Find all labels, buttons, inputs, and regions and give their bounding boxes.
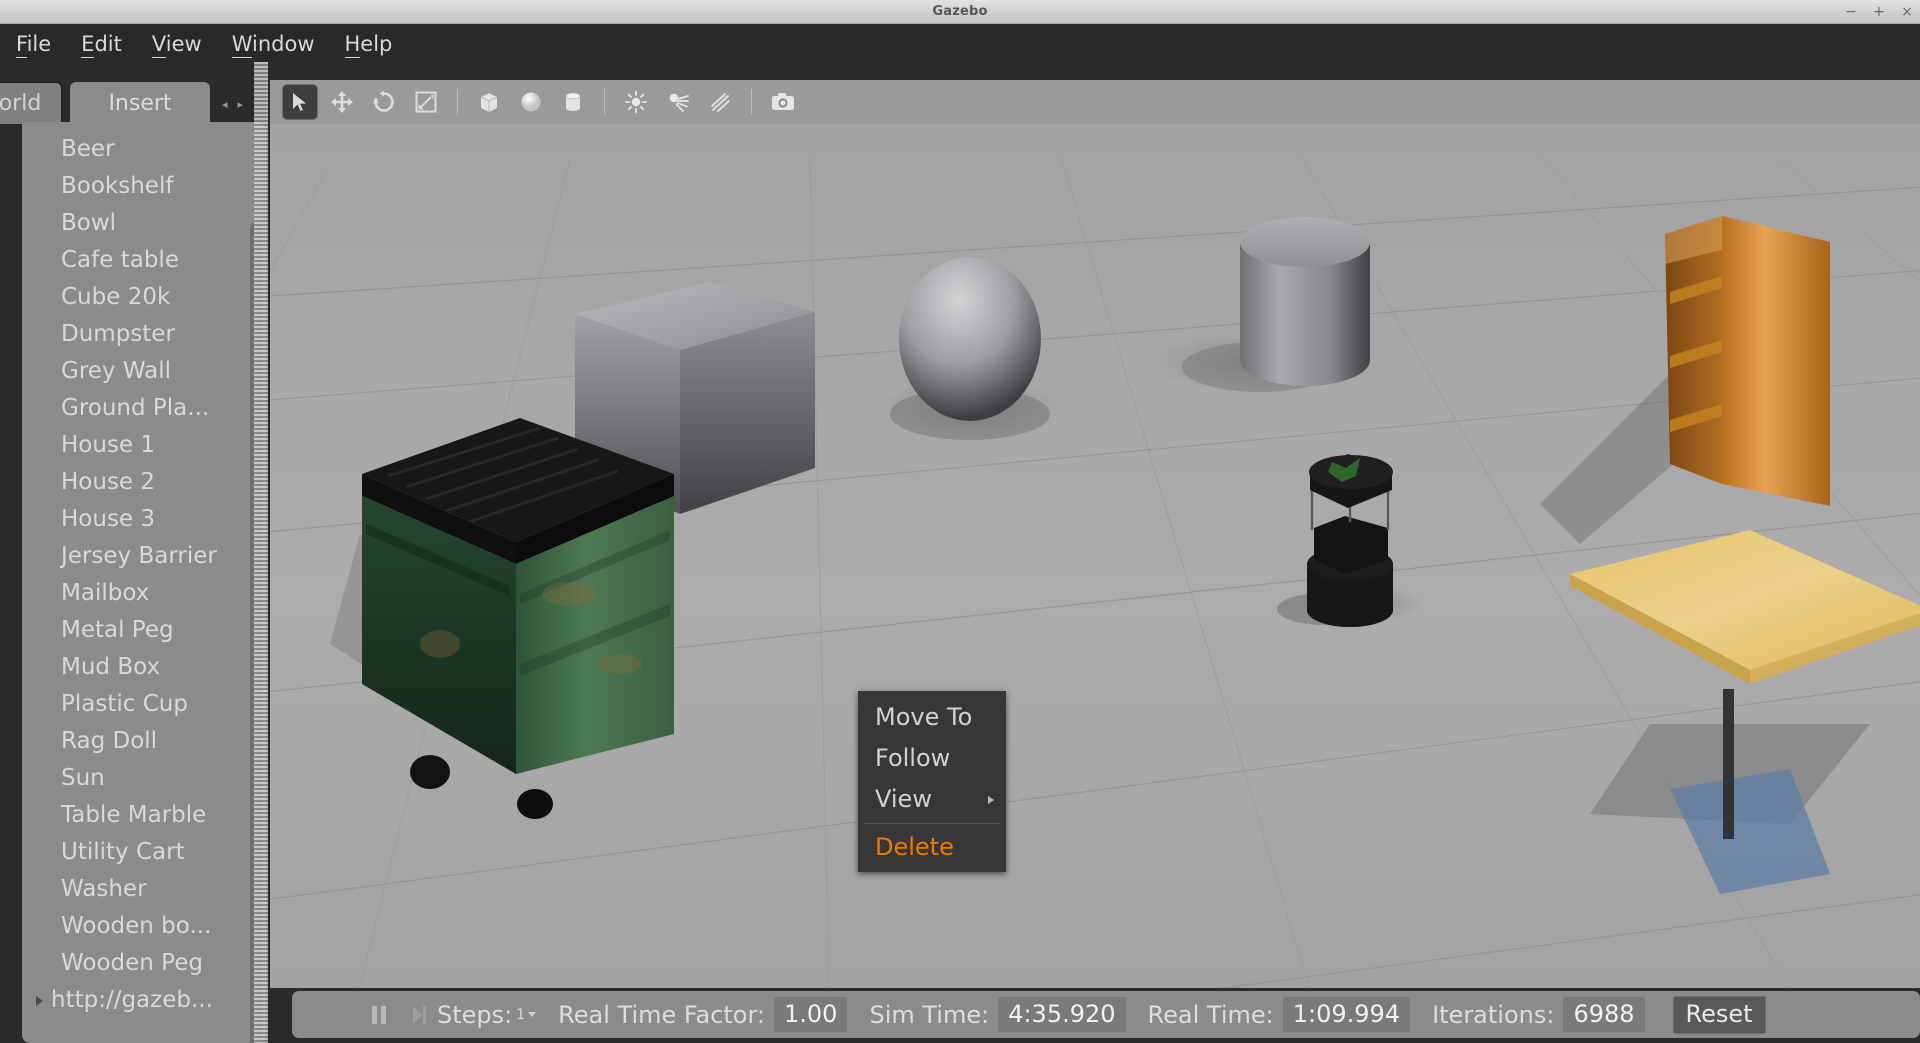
directional-light-icon[interactable] xyxy=(702,84,738,120)
steps-label: Steps: xyxy=(437,1001,512,1029)
menu-file-accel: F xyxy=(16,32,27,58)
list-item[interactable]: Wooden Peg xyxy=(22,945,266,982)
sim-time-value: 4:35.920 xyxy=(998,997,1125,1032)
toolbar-separator-1 xyxy=(457,89,458,115)
tab-insert[interactable]: Insert xyxy=(70,82,210,124)
menu-window[interactable]: Window xyxy=(230,30,317,56)
maximize-button[interactable]: + xyxy=(1872,0,1886,24)
list-item[interactable]: Ground Pla... xyxy=(22,390,266,427)
list-item[interactable]: Dumpster xyxy=(22,316,266,353)
tab-next-arrow[interactable]: ▸ xyxy=(238,98,244,111)
context-menu-item-view-label: View xyxy=(875,785,932,813)
list-item[interactable]: Rag Doll xyxy=(22,723,266,760)
status-bar: Steps: 1 Real Time Factor: 1.00 Sim Time… xyxy=(270,988,1920,1043)
iterations-value: 6988 xyxy=(1563,997,1644,1032)
screenshot-icon[interactable] xyxy=(765,84,801,120)
real-time-factor-value: 1.00 xyxy=(774,997,847,1032)
window-controls: − + × xyxy=(1844,0,1914,24)
list-item[interactable]: House 2 xyxy=(22,464,266,501)
context-menu-separator xyxy=(864,823,1000,824)
real-time-label: Real Time: xyxy=(1148,1001,1274,1029)
sphere-icon[interactable] xyxy=(513,84,549,120)
list-item[interactable]: Beer xyxy=(22,131,266,168)
scale-mode-icon[interactable] xyxy=(408,84,444,120)
context-menu-item-delete[interactable]: Delete xyxy=(858,827,1006,868)
render-viewport[interactable]: Move To Follow View Delete xyxy=(270,124,1920,988)
rotate-mode-icon[interactable] xyxy=(366,84,402,120)
list-item[interactable]: House 3 xyxy=(22,501,266,538)
list-item[interactable]: Sun xyxy=(22,760,266,797)
point-light-icon[interactable] xyxy=(618,84,654,120)
list-item[interactable]: Grey Wall xyxy=(22,353,266,390)
panel-splitter-handle[interactable] xyxy=(254,62,268,1043)
spot-light-icon[interactable] xyxy=(660,84,696,120)
toolbar-separator-2 xyxy=(604,89,605,115)
steps-value[interactable]: 1 xyxy=(516,1007,525,1023)
list-item[interactable]: House 1 xyxy=(22,427,266,464)
menu-bar: File Edit View Window Help xyxy=(0,24,1920,62)
panel-tab-bar: orld Insert ◂ ▸ xyxy=(0,82,268,124)
menu-edit[interactable]: Edit xyxy=(79,30,124,56)
tab-world[interactable]: orld xyxy=(0,82,62,124)
list-item[interactable]: Bowl xyxy=(22,205,266,242)
close-button[interactable]: × xyxy=(1900,0,1914,24)
render-toolbar xyxy=(270,80,1920,124)
object-context-menu[interactable]: Move To Follow View Delete xyxy=(858,691,1006,872)
box-icon[interactable] xyxy=(471,84,507,120)
list-item-model-database-url[interactable]: http://gazeb... xyxy=(22,982,266,1019)
insert-model-list[interactable]: BeerBookshelfBowlCafe tableCube 20kDumps… xyxy=(22,131,266,1036)
context-menu-item-view[interactable]: View xyxy=(858,779,1006,820)
menu-help-accel: H xyxy=(345,32,361,58)
sim-time-label: Sim Time: xyxy=(869,1001,989,1029)
pause-icon[interactable] xyxy=(370,1003,388,1027)
list-item[interactable]: Metal Peg xyxy=(22,612,266,649)
menu-edit-rest: dit xyxy=(94,32,121,56)
real-time-factor-label: Real Time Factor: xyxy=(558,1001,765,1029)
select-mode-icon[interactable] xyxy=(282,84,318,120)
expand-triangle-icon[interactable] xyxy=(36,996,43,1006)
list-item[interactable]: Jersey Barrier xyxy=(22,538,266,575)
list-item[interactable]: Mailbox xyxy=(22,575,266,612)
list-item[interactable]: Bookshelf xyxy=(22,168,266,205)
real-time-value: 1:09.994 xyxy=(1283,997,1410,1032)
menu-window-accel: W xyxy=(232,32,252,58)
context-menu-item-move-to[interactable]: Move To xyxy=(858,697,1006,738)
scene-render xyxy=(270,124,1920,988)
minimize-button[interactable]: − xyxy=(1844,0,1858,24)
menu-edit-accel: E xyxy=(81,32,94,58)
menu-view[interactable]: View xyxy=(150,30,204,56)
translate-mode-icon[interactable] xyxy=(324,84,360,120)
window-title: Gazebo xyxy=(0,0,1920,24)
cylinder-icon[interactable] xyxy=(555,84,591,120)
model-database-url-label: http://gazeb... xyxy=(51,982,213,1019)
menu-view-rest: iew xyxy=(166,32,202,56)
menu-view-accel: V xyxy=(152,32,166,58)
iterations-label: Iterations: xyxy=(1432,1001,1554,1029)
list-item[interactable]: Utility Cart xyxy=(22,834,266,871)
menu-help-rest: elp xyxy=(360,32,392,56)
list-item[interactable]: Cube 20k xyxy=(22,279,266,316)
reset-button[interactable]: Reset xyxy=(1673,996,1766,1034)
menu-help[interactable]: Help xyxy=(343,30,395,56)
step-forward-icon[interactable] xyxy=(410,1004,428,1026)
list-item[interactable]: Mud Box xyxy=(22,649,266,686)
list-item[interactable]: Cafe table xyxy=(22,242,266,279)
chevron-down-icon[interactable] xyxy=(528,1012,536,1017)
insert-panel-body: BeerBookshelfBowlCafe tableCube 20kDumps… xyxy=(22,122,266,1043)
list-item[interactable]: Washer xyxy=(22,871,266,908)
list-item[interactable]: Table Marble xyxy=(22,797,266,834)
menu-file-rest: ile xyxy=(27,32,52,56)
tab-prev-arrow[interactable]: ◂ xyxy=(222,98,228,111)
window-title-bar: Gazebo − + × xyxy=(0,0,1920,24)
list-item[interactable]: Plastic Cup xyxy=(22,686,266,723)
toolbar-separator-3 xyxy=(751,89,752,115)
context-menu-item-follow[interactable]: Follow xyxy=(858,738,1006,779)
left-panel: orld Insert ◂ ▸ BeerBookshelfBowlCafe ta… xyxy=(0,62,268,1043)
status-bar-inner: Steps: 1 Real Time Factor: 1.00 Sim Time… xyxy=(292,991,1920,1038)
menu-window-rest: indow xyxy=(252,32,315,56)
chevron-right-icon xyxy=(988,796,994,804)
menu-file[interactable]: File xyxy=(14,30,53,56)
list-item[interactable]: Wooden bo... xyxy=(22,908,266,945)
